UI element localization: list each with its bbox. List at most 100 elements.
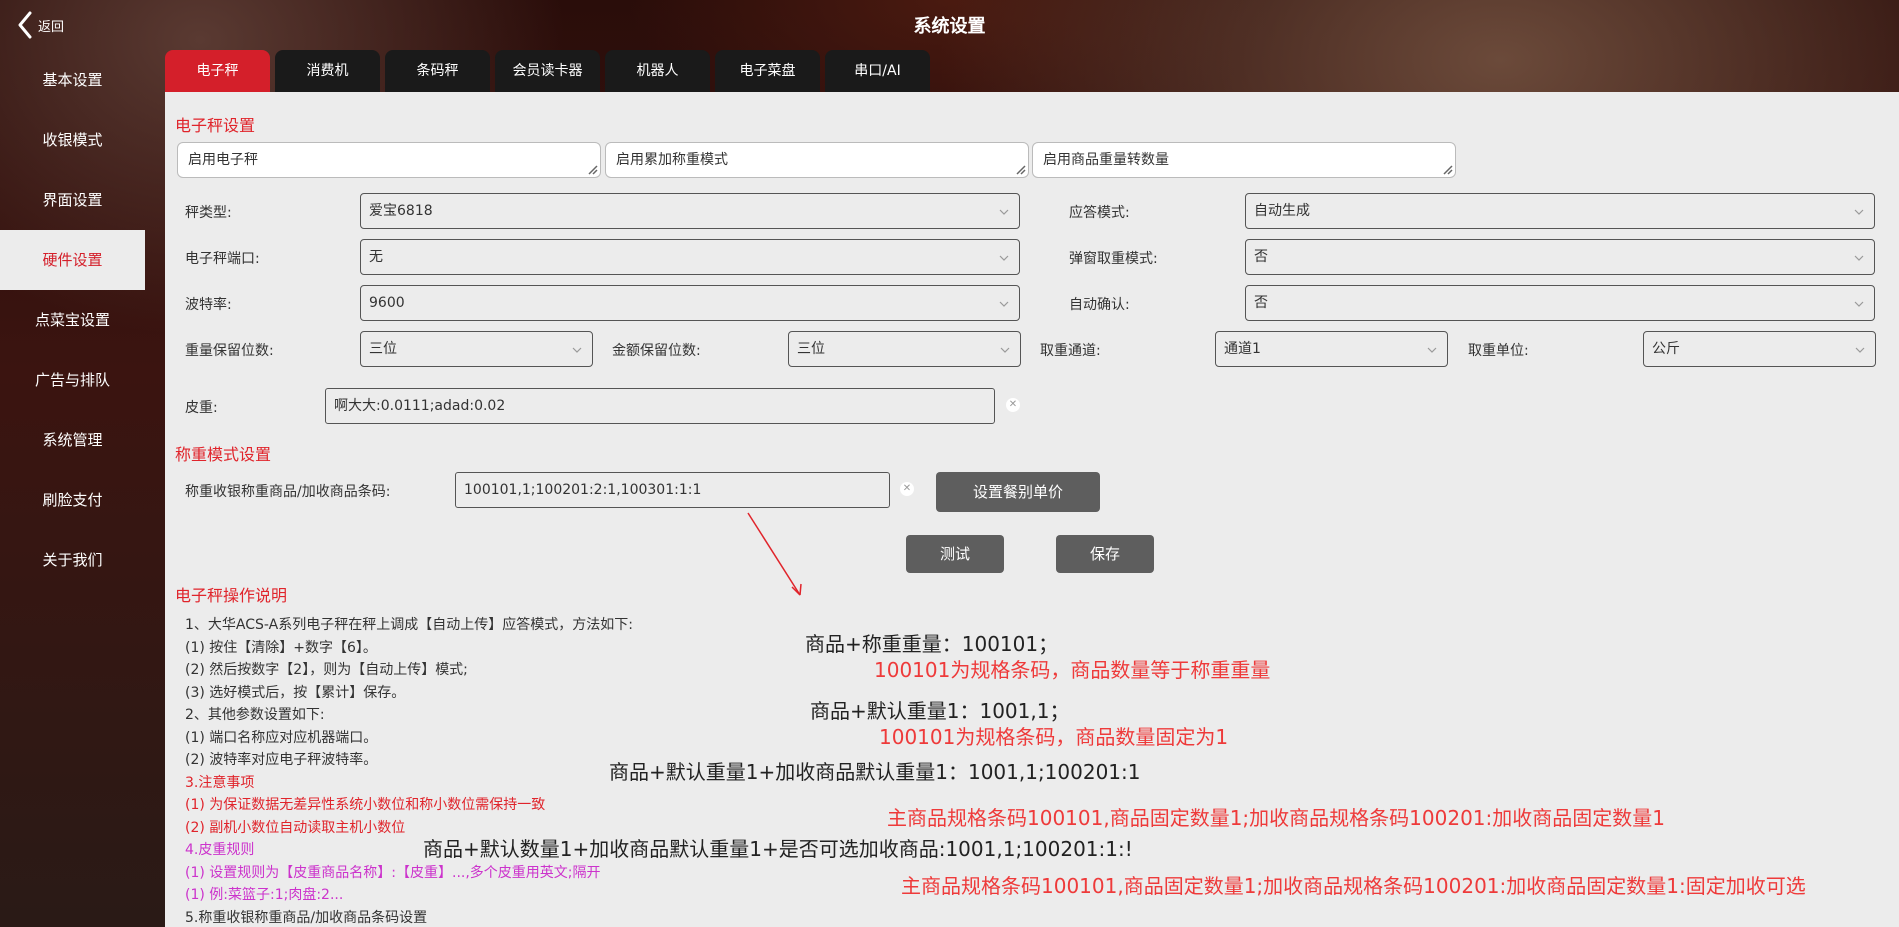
arrow-icon [747, 512, 802, 596]
enable-accumulate-toggle[interactable]: 启用累加称重模式 [605, 142, 1029, 178]
chevron-down-icon [1854, 209, 1864, 215]
annotation-text: 商品+默认重量1：1001,1； [810, 699, 1070, 723]
response-mode-select[interactable]: 自动生成 [1245, 193, 1875, 229]
instruction-line: (2) 波特率对应电子秤波特率。 [185, 752, 378, 768]
select-value: 9600 [369, 295, 405, 311]
toggle-label: 启用累加称重模式 [616, 152, 728, 168]
select-value: 否 [1254, 249, 1268, 265]
scale-type-select[interactable]: 爱宝6818 [360, 193, 1020, 229]
annotation-text: 100101为规格条码，商品数量固定为1 [879, 725, 1229, 749]
select-value: 否 [1254, 295, 1268, 311]
baud-select[interactable]: 9600 [360, 285, 1020, 321]
channel-select[interactable]: 通道1 [1215, 331, 1448, 367]
tare-input[interactable]: 啊大大:0.0111;adad:0.02 [325, 388, 995, 424]
instructions-title: 电子秤操作说明 [175, 586, 288, 605]
tab-e-tray[interactable]: 电子菜盘 [715, 50, 820, 92]
instruction-line: (1) 按住【清除】+数字【6】。 [185, 639, 377, 656]
baud-label: 波特率: [185, 297, 232, 313]
select-value: 无 [369, 249, 383, 265]
tab-barcode-scale[interactable]: 条码秤 [385, 50, 490, 92]
toggle-label: 启用商品重量转数量 [1043, 152, 1169, 168]
select-value: 通道1 [1224, 341, 1261, 357]
weight-decimals-label: 重量保留位数: [185, 343, 274, 359]
instruction-line: 5.称重收银称重商品/加收商品条码设置 [185, 909, 428, 926]
popup-weight-select[interactable]: 否 [1245, 239, 1875, 275]
chevron-down-icon [999, 301, 1009, 307]
annotation-text: 商品+默认重量1+加收商品默认重量1：1001,1;100201:1 [609, 760, 1141, 784]
select-value: 爱宝6818 [369, 203, 433, 219]
resize-grip-icon [1443, 165, 1453, 175]
unit-select[interactable]: 公斤 [1643, 331, 1876, 367]
tab-bar: 电子秤 消费机 条码秤 会员读卡器 机器人 电子菜盘 串口/AI [165, 50, 935, 92]
sidebar: 基本设置 收银模式 界面设置 硬件设置 点菜宝设置 广告与排队 系统管理 刷脸支… [0, 50, 145, 590]
popup-weight-label: 弹窗取重模式: [1069, 251, 1158, 267]
sidebar-item-basic[interactable]: 基本设置 [0, 50, 145, 110]
tab-scale[interactable]: 电子秤 [165, 50, 270, 92]
tab-consumer[interactable]: 消费机 [275, 50, 380, 92]
annotation-text: 商品+默认数量1+加收商品默认重量1+是否可选加收商品:1001,1;10020… [423, 837, 1133, 861]
auto-confirm-label: 自动确认: [1069, 297, 1130, 313]
sidebar-item-about[interactable]: 关于我们 [0, 530, 145, 590]
test-button[interactable]: 测试 [906, 535, 1004, 573]
clear-icon[interactable]: ✕ [900, 482, 914, 496]
instruction-line: (1) 为保证数据无差异性系统小数位和称小数位需保持一致 [185, 797, 546, 813]
chevron-down-icon [999, 209, 1009, 215]
sidebar-item-ui[interactable]: 界面设置 [0, 170, 145, 230]
annotation-text: 主商品规格条码100101,商品固定数量1;加收商品规格条码100201:加收商… [901, 874, 1806, 898]
amount-decimals-label: 金额保留位数: [612, 343, 701, 359]
tab-serial-ai[interactable]: 串口/AI [825, 50, 930, 92]
instruction-line: (1) 例:菜篮子:1;肉盘:2... [185, 887, 344, 903]
scale-type-label: 秤类型: [185, 205, 232, 221]
save-button[interactable]: 保存 [1056, 535, 1154, 573]
instruction-line: 1、大华ACS-A系列电子秤在秤上调成【自动上传】应答模式，方法如下: [185, 617, 633, 633]
chevron-down-icon [572, 347, 582, 353]
settings-panel: 电子秤设置 启用电子秤 启用累加称重模式 启用商品重量转数量 秤类型: 爱宝68… [165, 92, 1899, 927]
instruction-line: (1) 设置规则为【皮重商品名称】:【皮重】...,多个皮重用英文;隔开 [185, 864, 601, 881]
chevron-down-icon [1427, 347, 1437, 353]
sidebar-item-system[interactable]: 系统管理 [0, 410, 145, 470]
select-value: 自动生成 [1254, 203, 1310, 219]
sidebar-item-face-pay[interactable]: 刷脸支付 [0, 470, 145, 530]
port-label: 电子秤端口: [185, 251, 260, 267]
auto-confirm-select[interactable]: 否 [1245, 285, 1875, 321]
instruction-line: (1) 端口名称应对应机器端口。 [185, 729, 378, 746]
barcode-label: 称重收银称重商品/加收商品条码: [185, 484, 391, 500]
page-title: 系统设置 [913, 16, 986, 37]
sidebar-item-ads-queue[interactable]: 广告与排队 [0, 350, 145, 410]
instructions-list: 1、大华ACS-A系列电子秤在秤上调成【自动上传】应答模式，方法如下: (1) … [185, 614, 633, 927]
channel-label: 取重通道: [1040, 343, 1101, 359]
toggle-label: 启用电子秤 [188, 152, 258, 168]
meal-price-button[interactable]: 设置餐别单价 [936, 472, 1100, 512]
chevron-down-icon [1854, 255, 1864, 261]
barcode-input[interactable]: 100101,1;100201:2:1,100301:1:1 [455, 472, 890, 508]
clear-icon[interactable]: ✕ [1006, 398, 1020, 412]
weight-decimals-select[interactable]: 三位 [360, 331, 593, 367]
sidebar-item-hardware[interactable]: 硬件设置 [0, 230, 145, 290]
sidebar-item-cashier-mode[interactable]: 收银模式 [0, 110, 145, 170]
annotation-text: 100101为规格条码，商品数量等于称重重量 [874, 658, 1271, 682]
weigh-mode-section-title: 称重模式设置 [175, 445, 272, 464]
sidebar-item-order-device[interactable]: 点菜宝设置 [0, 290, 145, 350]
unit-label: 取重单位: [1468, 343, 1529, 359]
tab-card-reader[interactable]: 会员读卡器 [495, 50, 600, 92]
tare-label: 皮重: [185, 400, 218, 416]
enable-weight-to-qty-toggle[interactable]: 启用商品重量转数量 [1032, 142, 1456, 178]
chevron-down-icon [999, 255, 1009, 261]
annotation-text: 主商品规格条码100101,商品固定数量1;加收商品规格条码100201:加收商… [887, 806, 1665, 830]
top-bar: 返回 系统设置 [0, 0, 1899, 50]
chevron-down-icon [1855, 347, 1865, 353]
select-value: 三位 [797, 341, 825, 357]
scale-section-title: 电子秤设置 [175, 116, 256, 135]
chevron-down-icon [1000, 347, 1010, 353]
port-select[interactable]: 无 [360, 239, 1020, 275]
instruction-line: 3.注意事项 [185, 774, 255, 791]
resize-grip-icon [588, 165, 598, 175]
tab-robot[interactable]: 机器人 [605, 50, 710, 92]
instruction-line: (2) 然后按数字【2】，则为【自动上传】模式; [185, 662, 468, 678]
resize-grip-icon [1016, 165, 1026, 175]
annotation-text: 商品+称重重量：100101； [805, 632, 1059, 656]
response-mode-label: 应答模式: [1069, 205, 1130, 221]
instruction-line: 2、其他参数设置如下: [185, 707, 325, 723]
enable-scale-toggle[interactable]: 启用电子秤 [177, 142, 601, 178]
amount-decimals-select[interactable]: 三位 [788, 331, 1021, 367]
